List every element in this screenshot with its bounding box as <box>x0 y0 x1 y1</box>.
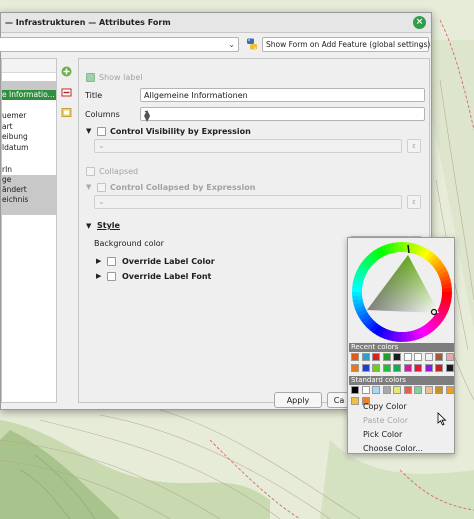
close-button[interactable]: × <box>413 16 426 29</box>
color-swatch[interactable] <box>351 386 359 394</box>
expression-icon[interactable]: ε <box>407 195 421 209</box>
color-swatch[interactable] <box>372 364 380 372</box>
invert-selection-icon[interactable] <box>60 106 73 119</box>
hue-marker[interactable] <box>407 244 410 254</box>
tree-header <box>2 59 56 73</box>
visibility-expression-label: Control Visibility by Expression <box>110 127 251 136</box>
color-swatch[interactable] <box>382 364 391 372</box>
override-label-color-label: Override Label Color <box>122 257 215 266</box>
color-swatch[interactable] <box>403 364 412 372</box>
color-swatch[interactable] <box>403 386 412 394</box>
color-swatch[interactable] <box>445 364 454 372</box>
tree-item[interactable]: eibung <box>2 132 56 142</box>
override-label-color-checkbox[interactable] <box>107 257 116 266</box>
remove-item-icon[interactable] <box>60 86 73 99</box>
python-icon[interactable] <box>245 37 259 51</box>
color-swatch[interactable] <box>435 353 443 361</box>
collapsed-checkbox[interactable] <box>86 167 95 176</box>
tree-item[interactable]: ändert <box>2 185 56 195</box>
visibility-expression-checkbox[interactable] <box>97 127 106 136</box>
spin-arrows-icon[interactable]: ▲ ▼ <box>144 109 423 123</box>
mouse-cursor-icon <box>437 412 447 426</box>
expand-arrow-icon[interactable]: ▶ <box>96 272 101 280</box>
chevron-down-icon: ⌄ <box>418 40 425 49</box>
color-swatch[interactable] <box>435 364 443 372</box>
collapsed-expression-combo[interactable]: ⌄ <box>94 195 402 209</box>
form-tree[interactable]: e Informatio... uemer art eibung ldatum … <box>1 58 57 403</box>
color-swatch[interactable] <box>382 353 391 361</box>
collapse-arrow-icon[interactable]: ▼ <box>86 222 91 230</box>
tree-item[interactable]: ge <box>2 175 56 185</box>
color-swatch[interactable] <box>372 386 380 394</box>
chevron-down-icon: ⌄ <box>228 40 235 49</box>
background-color-label: Background color <box>94 239 164 248</box>
color-swatch[interactable] <box>382 386 391 394</box>
style-section-title[interactable]: Style <box>97 221 120 230</box>
tree-item-general-info[interactable]: e Informatio... <box>2 90 56 100</box>
title-bar[interactable]: — Infrastrukturen — Attributes Form × <box>1 13 431 33</box>
form-mode-value: Show Form on Add Feature (global setting… <box>266 40 431 49</box>
add-container-icon[interactable] <box>60 65 73 78</box>
choose-color-menu-item[interactable]: Choose Color... <box>363 444 423 453</box>
apply-button[interactable]: Apply <box>274 392 322 408</box>
color-swatch[interactable] <box>435 386 443 394</box>
collapse-arrow-icon[interactable]: ▼ <box>86 183 91 191</box>
chevron-down-icon: ⌄ <box>98 141 105 150</box>
collapse-arrow-icon[interactable]: ▼ <box>86 127 91 135</box>
show-label-checkbox[interactable] <box>86 73 95 82</box>
override-label-font-checkbox[interactable] <box>107 272 116 281</box>
visibility-expression-combo[interactable]: ⌄ <box>94 139 402 153</box>
show-label-text: Show label <box>99 73 143 82</box>
expression-icon[interactable]: ε <box>407 139 421 153</box>
color-swatch[interactable] <box>361 386 370 394</box>
color-swatch[interactable] <box>393 364 401 372</box>
color-swatch[interactable] <box>393 386 401 394</box>
form-mode-combo[interactable]: Show Form on Add Feature (global setting… <box>262 37 431 52</box>
color-swatch[interactable] <box>424 353 433 361</box>
color-swatch[interactable] <box>414 364 422 372</box>
color-swatch[interactable] <box>372 353 380 361</box>
layout-combo[interactable]: ⌄ <box>0 37 239 52</box>
color-swatch[interactable] <box>414 386 422 394</box>
title-label: Title <box>85 91 103 100</box>
override-label-font-label: Override Label Font <box>122 272 212 281</box>
title-input[interactable]: Allgemeine Informationen <box>140 88 425 102</box>
color-swatch[interactable] <box>414 353 422 361</box>
color-swatch[interactable] <box>403 353 412 361</box>
recent-colors-header: Recent colors <box>349 343 454 352</box>
tree-item[interactable]: eichnis <box>2 195 56 205</box>
color-swatch[interactable] <box>361 353 370 361</box>
close-icon: × <box>415 17 424 27</box>
color-swatch[interactable] <box>445 353 454 361</box>
color-swatch[interactable] <box>393 353 401 361</box>
columns-label: Columns <box>85 110 120 119</box>
pick-color-menu-item[interactable]: Pick Color <box>363 430 402 439</box>
color-wheel[interactable] <box>351 241 453 343</box>
tree-item[interactable]: art <box>2 122 56 132</box>
standard-colors-header: Standard colors <box>349 376 454 385</box>
chevron-down-icon: ⌄ <box>98 197 105 206</box>
window-title: — Infrastrukturen — Attributes Form <box>5 18 171 27</box>
expand-arrow-icon[interactable]: ▶ <box>96 257 101 265</box>
color-swatch[interactable] <box>424 386 433 394</box>
paste-color-menu-item[interactable]: Paste Color <box>363 416 408 425</box>
color-swatch[interactable] <box>361 364 370 372</box>
collapsed-label: Collapsed <box>99 167 139 176</box>
color-swatch[interactable] <box>351 397 359 405</box>
color-swatch[interactable] <box>351 353 359 361</box>
color-swatch[interactable] <box>351 364 359 372</box>
color-swatch[interactable] <box>445 386 454 394</box>
top-toolbar: ⌄ Show Form on Add Feature (global setti… <box>0 34 431 54</box>
tree-item <box>2 205 56 215</box>
tree-item[interactable]: uemer <box>2 111 56 121</box>
copy-color-menu-item[interactable]: Copy Color <box>363 402 407 411</box>
color-swatch[interactable] <box>424 364 433 372</box>
columns-spinbox[interactable]: 1 ▲ ▼ <box>140 107 425 123</box>
title-value: Allgemeine Informationen <box>144 91 248 100</box>
collapsed-expression-checkbox[interactable] <box>97 183 106 192</box>
tree-item[interactable]: rIn <box>2 165 56 175</box>
tree-item[interactable]: ldatum <box>2 143 56 153</box>
collapsed-expression-label: Control Collapsed by Expression <box>110 183 256 192</box>
